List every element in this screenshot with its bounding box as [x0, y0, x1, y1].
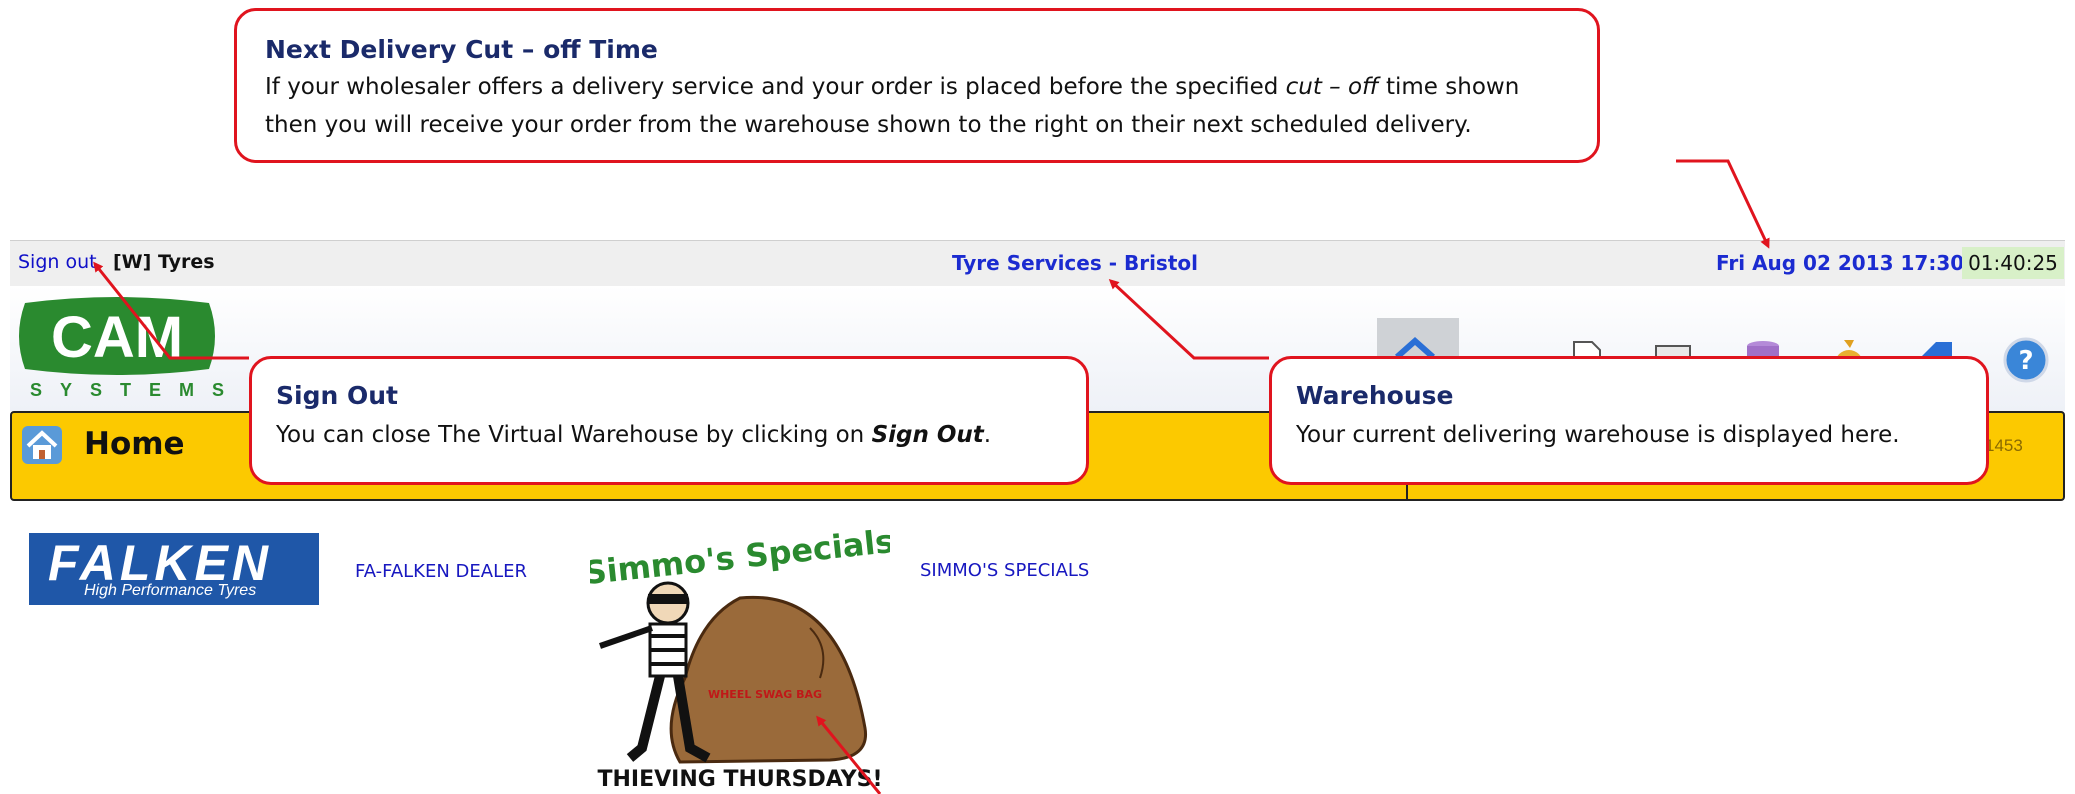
signout-callout-title: Sign Out	[276, 381, 398, 410]
signout-callout-text: You can close The Virtual Warehouse by c…	[276, 422, 992, 448]
warehouse-callout-text: Your current delivering warehouse is dis…	[1296, 422, 1900, 448]
cutoff-arrow	[1676, 159, 1770, 249]
cutoff-time-callout: Next Delivery Cut – off Time If your who…	[234, 8, 1600, 163]
warehouse-callout-title: Warehouse	[1296, 381, 1454, 410]
signout-arrow	[93, 261, 249, 360]
warehouse-arrow	[1108, 278, 1269, 360]
signout-callout: Sign Out You can close The Virtual Wareh…	[249, 356, 1089, 485]
cutoff-callout-title: Next Delivery Cut – off Time	[265, 35, 658, 64]
cutoff-callout-line2: then you will receive your order from th…	[265, 112, 1472, 138]
warehouse-callout: Warehouse Your current delivering wareho…	[1269, 356, 1989, 485]
cutoff-callout-line1: If your wholesaler offers a delivery ser…	[265, 74, 1520, 100]
specials-arrow	[816, 715, 882, 794]
